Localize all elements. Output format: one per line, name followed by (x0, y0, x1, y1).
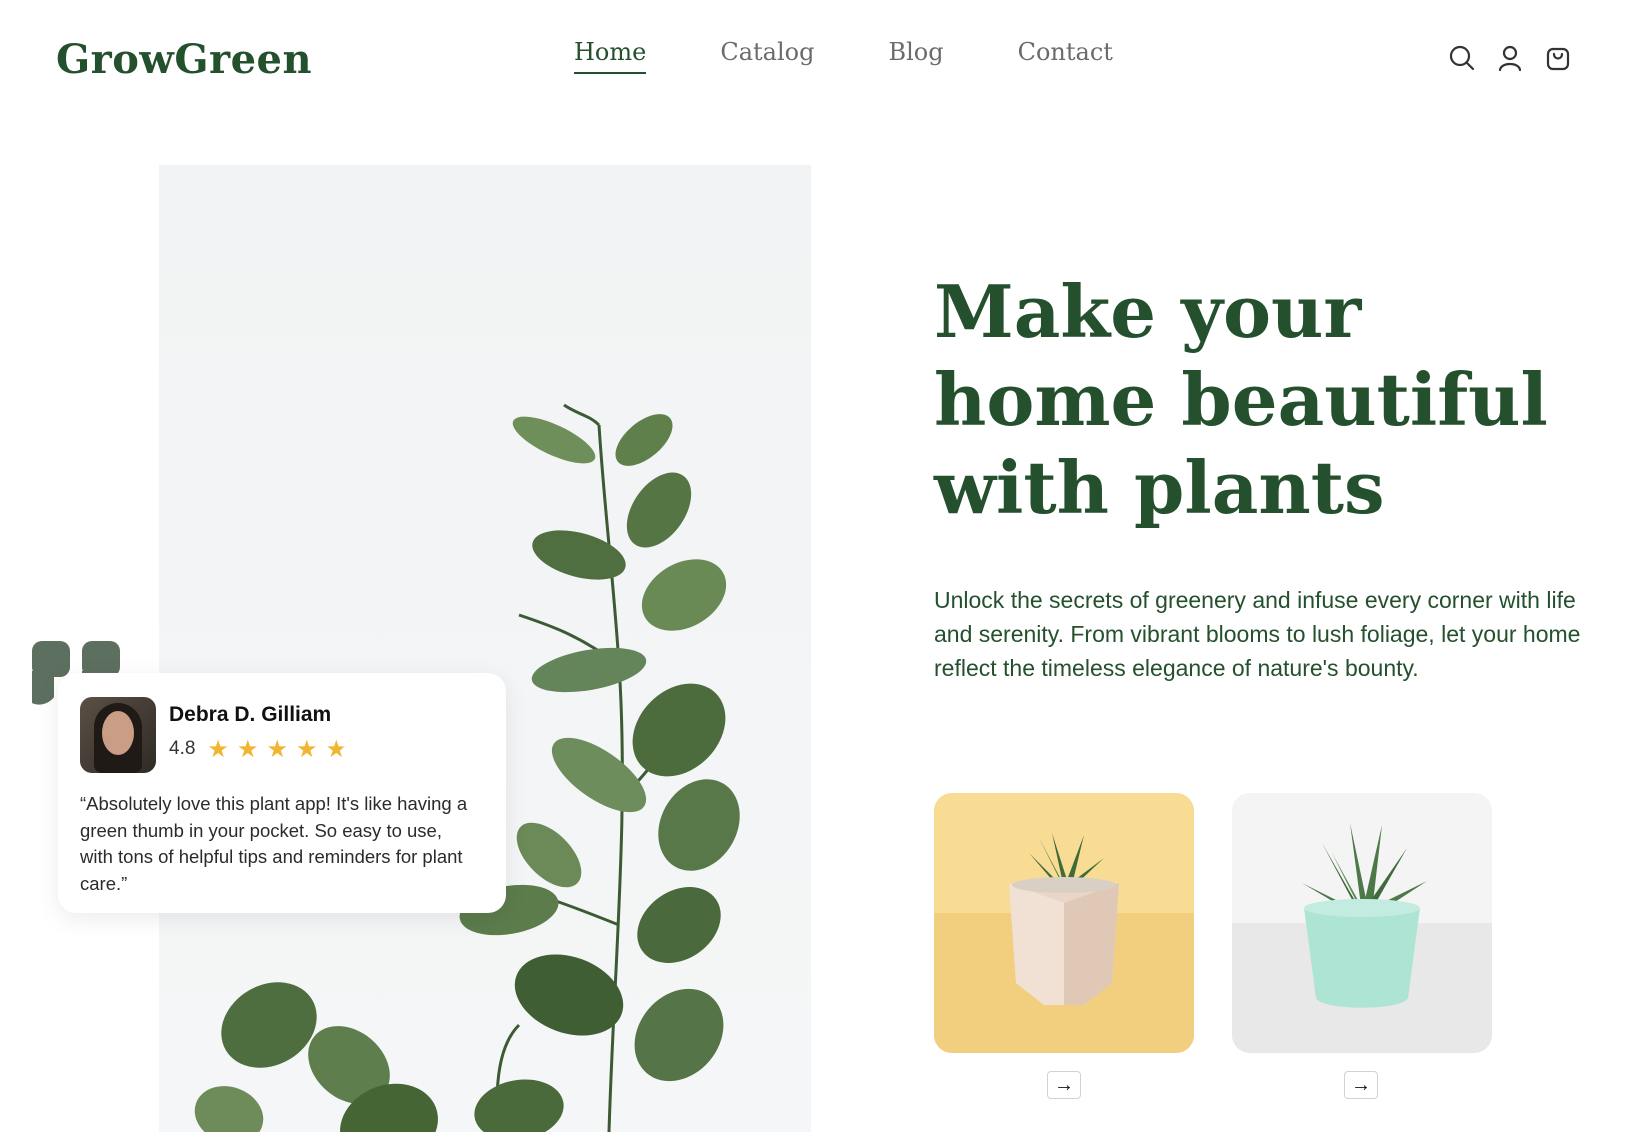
star-icon: ★ (266, 735, 288, 763)
nav-contact[interactable]: Contact (1018, 38, 1113, 74)
shopping-bag-icon[interactable] (1544, 44, 1572, 72)
succulent-mint-pot-image (1232, 793, 1492, 1053)
hero-description: Unlock the secrets of greenery and infus… (934, 587, 1581, 681)
rating-value: 4.8 (169, 738, 196, 759)
nav-catalog[interactable]: Catalog (720, 38, 814, 74)
header-actions (1448, 44, 1572, 72)
arrow-right-icon: → (1351, 1074, 1371, 1096)
review-text: “Absolutely love this plant app! It's li… (80, 793, 468, 894)
product-1-arrow-button[interactable]: → (1047, 1071, 1081, 1099)
succulent-wood-pot-image (934, 793, 1194, 1053)
main-nav: Home Catalog Blog Contact (574, 38, 1113, 74)
product-card-wood-pot[interactable] (934, 793, 1194, 1053)
star-icon: ★ (236, 735, 259, 763)
review-card: Debra D. Gilliam 4.8 ★ ★ ★ ★ ★ “Absolute… (58, 673, 506, 913)
product-2-arrow-button[interactable]: → (1344, 1071, 1378, 1099)
rating: 4.8 ★ ★ ★ ★ ★ (169, 737, 347, 761)
star-icon: ★ (207, 735, 229, 763)
reviewer-name: Debra D. Gilliam (169, 703, 332, 726)
nav-home[interactable]: Home (574, 38, 647, 74)
hero-plant-image (159, 165, 811, 1132)
avatar (80, 697, 156, 773)
brand-logo[interactable]: GrowGreen (56, 36, 312, 83)
star-icon: ★ (295, 735, 318, 763)
product-card-mint-pot[interactable] (1232, 793, 1492, 1053)
nav-blog[interactable]: Blog (888, 38, 943, 74)
hero-headline: Make your home beautiful with plants (934, 269, 1548, 530)
user-icon[interactable] (1496, 44, 1524, 72)
search-icon[interactable] (1448, 44, 1476, 72)
arrow-right-icon: → (1054, 1074, 1074, 1096)
star-icon: ★ (325, 735, 347, 763)
eucalyptus-illustration (194, 403, 740, 1132)
